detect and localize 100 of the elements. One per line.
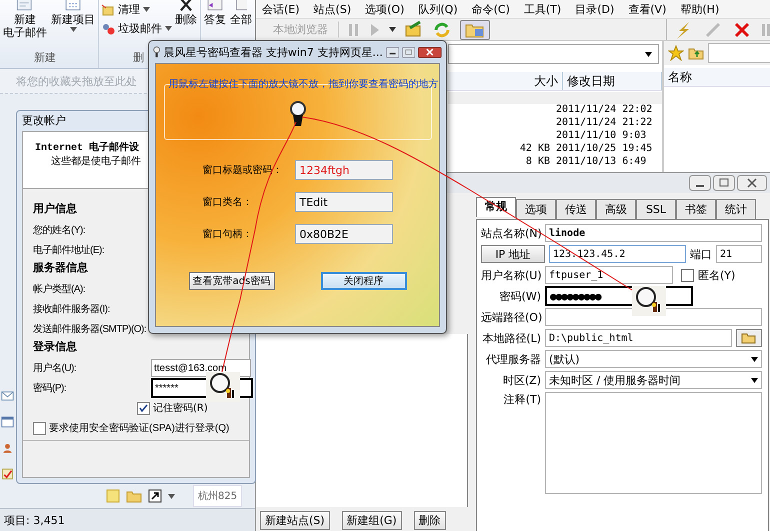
delete-button[interactable]: 删除 [174, 13, 198, 26]
window-title: 晨风星号密码查看器 支持win7 支持网页星... [163, 44, 383, 60]
checkbox-label: 记住密码(R) [153, 402, 208, 415]
result-field[interactable]: TEdit [294, 192, 392, 212]
file-date: 2011/11/24 21:22 [556, 117, 654, 130]
magnifier-icon[interactable] [288, 101, 306, 127]
site-button[interactable]: 新建组(G) [342, 511, 402, 530]
mail-icon[interactable] [1, 389, 14, 403]
menu-item[interactable]: 查看(V) [628, 2, 666, 16]
checkbox[interactable] [33, 422, 46, 434]
path-dropdown[interactable] [448, 44, 659, 64]
field-label: 窗口类名： [202, 196, 254, 209]
column-header[interactable]: 名称 [664, 68, 770, 87]
file-date: 2011/11/24 22:02 [556, 104, 654, 117]
field-label: 代理服务器 [485, 352, 541, 366]
menu-item[interactable]: 队列(Q) [418, 2, 458, 16]
item-count: 项目: 3,451 [4, 512, 65, 528]
new-email-button[interactable]: 新建 电子邮件 [2, 13, 48, 39]
new-item-button[interactable]: 新建项目 [50, 13, 96, 26]
dialog-button[interactable]: 关闭程序 [320, 272, 406, 290]
contacts-icon[interactable] [1, 441, 14, 455]
calendar-icon[interactable] [1, 415, 14, 429]
checkbox[interactable] [137, 402, 150, 414]
field-label: 接收邮件服务器(I): [33, 302, 111, 316]
checkbox[interactable] [681, 268, 694, 282]
dropdown[interactable]: 未知时区 / 使用服务器时间 [545, 371, 762, 389]
caret-icon[interactable] [168, 494, 175, 498]
field-label: 窗口句柄： [202, 228, 254, 241]
ip-address-button[interactable]: IP 地址 [481, 245, 545, 263]
dropdown[interactable]: (默认) [545, 350, 762, 368]
file-date: 2011/11/10 9:03 [556, 130, 648, 143]
site-button[interactable]: 删除 [414, 511, 446, 530]
tasks-icon[interactable] [1, 467, 14, 481]
junk-button[interactable]: 垃圾邮件 [101, 21, 172, 36]
close-icon[interactable] [737, 175, 767, 191]
menu-item[interactable]: 会话(E) [262, 2, 300, 16]
text-field[interactable]: linode [545, 224, 762, 242]
note-icon[interactable] [106, 489, 120, 503]
caret-icon[interactable] [389, 27, 396, 32]
menu-item[interactable]: 帮助(H) [680, 2, 720, 16]
column-header[interactable]: 大小 [514, 72, 563, 90]
calendar-icon[interactable] [63, 0, 83, 12]
minimize-icon[interactable] [386, 44, 400, 60]
tab[interactable]: 书签 [676, 199, 716, 219]
close-icon[interactable] [418, 44, 442, 60]
tab[interactable]: SSL [636, 199, 676, 219]
maximize-icon[interactable] [713, 175, 735, 191]
folder-view-button[interactable] [460, 20, 490, 40]
menu-item[interactable]: 目录(D) [575, 2, 614, 16]
dialog-subheading: 这些都是使电子邮件 [50, 154, 141, 168]
tab[interactable]: 传送 [556, 199, 596, 219]
field-label: 电子邮件地址(E): [33, 244, 106, 257]
caret-icon [751, 378, 758, 382]
text-field[interactable] [545, 308, 762, 326]
folder-icon[interactable] [126, 489, 142, 503]
envelope-icon[interactable] [235, 0, 247, 12]
caret-icon [751, 356, 758, 362]
caret-icon [143, 7, 150, 12]
clean-up-button[interactable]: 清理 [101, 2, 172, 17]
menu-item[interactable]: 工具(T) [524, 2, 562, 16]
notes-field[interactable] [545, 392, 762, 494]
local-path-field[interactable]: D:\public_html [545, 329, 732, 347]
menu-item[interactable]: 站点(S) [314, 2, 352, 16]
minimize-icon[interactable] [689, 175, 711, 191]
envelope-icon[interactable] [205, 0, 225, 12]
field-label: 帐户类型(A): [33, 282, 86, 296]
section-title: 用户信息 [33, 201, 77, 217]
tab[interactable]: 统计 [716, 199, 756, 219]
checkbox-label: 匿名(Y) [698, 268, 736, 282]
result-field[interactable]: 1234ftgh [294, 160, 392, 180]
menu-item[interactable]: 选项(O) [365, 2, 404, 16]
column-header[interactable]: 修改日期 [563, 72, 662, 90]
field-label: 注释(T) [502, 392, 541, 407]
address-field[interactable] [708, 43, 770, 63]
site-button[interactable]: 新建站点(S) [260, 511, 330, 530]
port-field[interactable]: 21 [716, 245, 762, 263]
checkbox-label: 要求使用安全密码验证(SPA)进行登录(Q) [49, 422, 230, 435]
reply-all-button[interactable]: 全部 [229, 13, 253, 26]
section-title: 服务器信息 [33, 260, 88, 276]
close-icon[interactable] [178, 0, 194, 12]
field-label: 密码(P): [33, 382, 68, 395]
tab[interactable]: 选项 [516, 199, 556, 219]
message-preview[interactable]: 杭州825 [193, 485, 242, 507]
star-icon[interactable] [668, 45, 684, 61]
result-field[interactable]: 0x80B2E [294, 224, 392, 244]
group-label: 删 [133, 50, 144, 66]
dialog-title: 更改帐户 [21, 112, 67, 128]
reply-button[interactable]: 答复 [203, 13, 227, 26]
shortcut-icon[interactable] [148, 489, 162, 503]
favorites-hint: 将您的收藏夹拖放至此处 [16, 74, 137, 88]
magnifier-icon [153, 44, 160, 60]
file-size: 42 KB [520, 143, 550, 154]
file-date: 2011/10/13 6:49 [556, 156, 648, 169]
menu-item[interactable]: 命令(C) [472, 2, 510, 16]
group-label: 新建 [34, 50, 56, 66]
username-field[interactable]: ftpuser_1 [545, 266, 673, 284]
browse-button[interactable] [736, 329, 762, 347]
field-label: 窗口标题或密码： [202, 164, 284, 177]
tab[interactable]: 高级 [596, 199, 636, 219]
caret-icon[interactable] [70, 27, 76, 32]
